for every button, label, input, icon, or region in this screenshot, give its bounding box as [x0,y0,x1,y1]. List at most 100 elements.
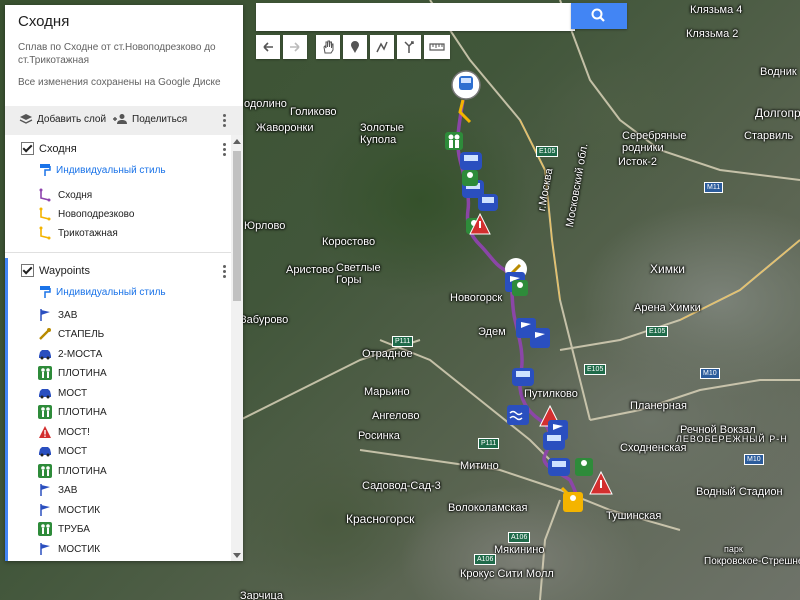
layer-checkbox[interactable] [21,264,34,277]
map-label: Покровское-Стрешнево [704,556,800,567]
item-label: СТАПЕЛЬ [58,328,105,340]
add-layer-button[interactable]: Добавить слой [19,113,106,125]
waypoint-item[interactable]: МОСТ [38,442,87,460]
item-label: Трикотажная [58,227,118,239]
map-label: Долгопр [755,106,800,120]
hikers-icon [445,132,463,150]
item-label: ЗАВ [58,309,78,321]
redo-button[interactable] [283,35,307,59]
road-shield: P111 [392,336,414,347]
road-shield: P111 [478,438,500,449]
layer-options-icon[interactable] [223,265,227,278]
waypoint-item[interactable]: ЗАВ [38,481,77,499]
train-marker-icon[interactable] [451,70,481,100]
road-shield: E105 [646,326,669,337]
layer-header-shodnya[interactable]: Сходня [21,142,77,155]
item-label: ЗАВ [58,484,78,496]
route-icon [39,226,51,240]
car-icon [512,368,534,386]
hikers-icon [575,458,593,476]
map-label: Аристово [286,264,334,276]
layer-item[interactable]: Сходня [38,186,92,204]
waypoint-item[interactable]: ПЛОТИНА [38,403,107,421]
car-icon [543,432,565,450]
item-label: МОСТ [58,445,88,457]
flag-icon [40,504,50,516]
layer-item[interactable]: Трикотажная [38,224,118,242]
layer-style-label: Индивидуальный стиль [56,286,166,298]
measure-button[interactable] [424,35,450,59]
layer-title[interactable]: Сходня [39,143,77,155]
layer-header-waypoints[interactable]: Waypoints [21,264,90,277]
waypoint-item[interactable]: МОСТИК [38,501,100,519]
waypoint-item[interactable]: 2-МОСТА [38,345,102,363]
waypoint-item[interactable]: ПЛОТИНА [38,462,107,480]
waypoint-item[interactable]: МОСТ! [38,423,90,441]
route-icon [39,207,51,221]
waypoint-item[interactable]: СТАПЕЛЬ [38,325,104,343]
pan-tool-button[interactable] [316,35,340,59]
layer-options-icon[interactable] [223,143,227,156]
search-input[interactable] [256,3,575,31]
map-label: Отрадное [362,348,413,360]
scroll-up-icon[interactable] [233,139,241,144]
hand-icon [323,40,334,54]
map-label: парк [724,544,743,554]
car-icon [39,389,51,399]
road-shield: A106 [474,554,497,565]
share-button[interactable]: Поделиться [112,113,187,125]
ruler-icon [429,43,445,51]
waypoint-item[interactable]: ТРУБА [38,520,90,538]
directions-button[interactable] [397,35,421,59]
search-icon [591,8,605,22]
map-label: Жаворонки [256,122,314,134]
road-shield: M10 [700,368,720,379]
hikers-icon [38,405,52,419]
item-label: МОСТ! [58,426,90,438]
map-label: Исток-2 [618,156,658,168]
map-label: Голиково [290,106,337,118]
map-label: Мякинино [494,544,545,556]
map-label: ЛЕВОБЕРЕЖНЫЙ Р-Н [676,434,788,444]
item-label: Новоподрезково [58,208,135,220]
map-label: Зарчица [240,590,283,600]
add-marker-button[interactable] [343,35,367,59]
more-options-icon[interactable] [223,114,227,127]
redo-icon [290,42,300,52]
divider [5,252,235,253]
layer-checkbox[interactable] [21,142,34,155]
layer-item[interactable]: Новоподрезково [38,205,134,223]
scrollbar-thumb[interactable] [233,151,241,301]
directions-icon [404,41,414,53]
map-label: Химки [650,262,685,276]
waypoint-item[interactable]: МОСТИК [38,540,100,558]
key-icon [39,328,51,340]
map-label: Водник [760,66,797,78]
search-button[interactable] [571,3,627,29]
item-label: МОСТ [58,387,88,399]
map-label: Митино [460,460,499,472]
layers-icon [19,114,33,124]
waypoint-item[interactable]: МОСТ [38,384,87,402]
road-shield: M11 [704,182,724,193]
map-description[interactable]: Сплав по Сходне от ст.Новоподрезково до … [18,41,230,67]
map-label: одолино [244,98,287,110]
car-icon [460,152,482,170]
waypoint-item[interactable]: ПЛОТИНА [38,364,107,382]
waypoint-item[interactable]: ЗАВ [38,306,77,324]
map-label: Старвиль [744,130,794,142]
scroll-down-icon[interactable] [233,553,241,558]
draw-line-button[interactable] [370,35,394,59]
undo-icon [263,42,273,52]
map-label: Светлые Горы [336,262,381,286]
map-title[interactable]: Сходня [18,13,69,30]
road-shield: E105 [584,364,607,375]
layer-style-link[interactable]: Индивидуальный стиль [39,285,166,299]
undo-button[interactable] [256,35,280,59]
map-label: Волоколамская [448,502,528,514]
flag-icon [40,309,50,321]
car-icon [548,458,570,476]
item-label: МОСТИК [58,543,101,555]
layer-title[interactable]: Waypoints [39,265,90,277]
layer-style-link[interactable]: Индивидуальный стиль [39,163,166,177]
